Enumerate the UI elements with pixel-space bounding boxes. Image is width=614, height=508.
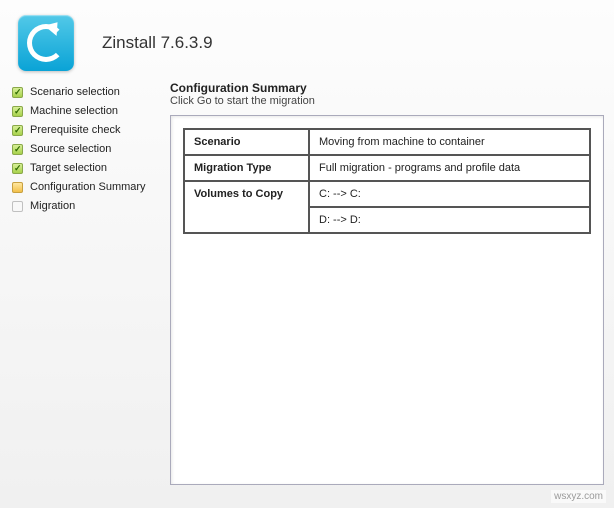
migration-type-value: Full migration - programs and profile da… [309,155,590,181]
check-icon [12,144,23,155]
summary-table: Scenario Moving from machine to containe… [183,128,591,234]
sidebar-item-label: Configuration Summary [30,180,146,195]
volumes-label: Volumes to Copy [184,181,309,233]
section-subtitle: Click Go to start the migration [170,95,604,107]
summary-panel: Scenario Moving from machine to containe… [170,115,604,485]
check-icon [12,125,23,136]
check-icon [12,163,23,174]
unchecked-icon [12,201,23,212]
sidebar-item-label: Target selection [30,161,107,176]
table-row: Scenario Moving from machine to containe… [184,129,590,155]
sidebar-item-label: Prerequisite check [30,123,121,138]
app-title: Zinstall 7.6.3.9 [102,33,213,53]
check-icon [12,87,23,98]
sidebar-item-label: Scenario selection [30,85,120,100]
main: Scenario selection Machine selection Pre… [0,81,614,495]
section-title: Configuration Summary [170,81,604,95]
check-icon [12,106,23,117]
sidebar-item-label: Source selection [30,142,111,157]
table-row: Volumes to Copy C: --> C: [184,181,590,207]
sidebar-item-label: Migration [30,199,75,214]
content-area: Configuration Summary Click Go to start … [166,81,604,485]
sidebar-item-migration[interactable]: Migration [10,197,162,216]
volume-mapping-2: D: --> D: [309,207,590,233]
migration-type-label: Migration Type [184,155,309,181]
sidebar-item-machine[interactable]: Machine selection [10,102,162,121]
sidebar-item-prerequisite[interactable]: Prerequisite check [10,121,162,140]
sidebar-item-source[interactable]: Source selection [10,140,162,159]
header: Zinstall 7.6.3.9 [0,0,614,81]
scenario-value: Moving from machine to container [309,129,590,155]
sidebar: Scenario selection Machine selection Pre… [6,81,166,485]
current-step-icon [12,182,23,193]
sidebar-item-scenario[interactable]: Scenario selection [10,83,162,102]
sidebar-item-target[interactable]: Target selection [10,159,162,178]
scenario-label: Scenario [184,129,309,155]
refresh-icon [27,24,65,62]
table-row: Migration Type Full migration - programs… [184,155,590,181]
watermark: wsxyz.com [551,490,606,503]
app-logo [18,15,74,71]
sidebar-item-label: Machine selection [30,104,118,119]
sidebar-item-configuration-summary[interactable]: Configuration Summary [10,178,162,197]
volume-mapping-1: C: --> C: [309,181,590,207]
